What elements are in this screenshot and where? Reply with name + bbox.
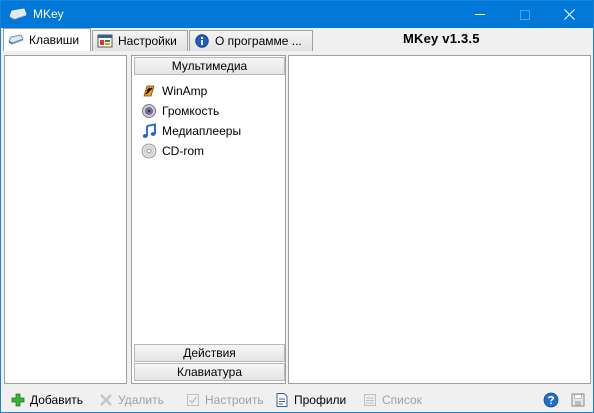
speaker-icon (141, 103, 157, 119)
minimize-button[interactable] (457, 1, 502, 28)
floppy-disk-icon (570, 392, 586, 408)
details-pane[interactable] (288, 55, 591, 384)
tab-label: Клавиши (29, 33, 80, 47)
keyboard-icon (8, 33, 24, 47)
checklist-icon (185, 392, 201, 408)
main-window: MKey Клавиши Настройки О программе ... M… (0, 0, 594, 413)
settings-icon (97, 34, 113, 48)
configure-button-label: Настроить (205, 393, 264, 407)
item-label: CD-rom (162, 144, 204, 158)
title-bar[interactable]: MKey (1, 1, 593, 28)
close-icon (564, 9, 575, 20)
add-button[interactable]: Добавить (10, 391, 83, 409)
maximize-button[interactable] (502, 1, 547, 28)
profiles-button[interactable]: Профили (274, 391, 346, 409)
info-icon (194, 34, 210, 48)
window-title: MKey (33, 7, 64, 21)
list-item-cdrom[interactable]: CD-rom (141, 142, 204, 160)
tab-keys[interactable]: Клавиши (3, 28, 91, 51)
list-button[interactable]: Список (362, 391, 422, 409)
keys-list-pane[interactable] (4, 55, 127, 384)
list-button-label: Список (382, 393, 422, 407)
list-item-winamp[interactable]: WinAmp (141, 82, 207, 100)
profiles-button-label: Профили (294, 393, 347, 407)
list-icon (362, 392, 378, 408)
winamp-icon (141, 83, 157, 99)
group-keyboard-header[interactable]: Клавиатура (134, 363, 285, 381)
help-icon (543, 392, 559, 408)
save-button[interactable] (570, 391, 590, 409)
tab-about[interactable]: О программе ... (189, 30, 313, 51)
tab-settings[interactable]: Настройки (92, 30, 188, 51)
version-label: MKey v1.3.5 (403, 31, 480, 46)
list-item-media-players[interactable]: Медиаплееры (141, 122, 241, 140)
delete-icon (98, 392, 114, 408)
group-multimedia-header[interactable]: Мультимедиа (134, 57, 285, 75)
tab-label: Настройки (118, 34, 177, 48)
keyboard-icon (9, 7, 27, 21)
delete-button[interactable]: Удалить (98, 391, 164, 409)
tab-label: О программе ... (215, 34, 302, 48)
item-label: Медиаплееры (162, 124, 242, 138)
category-pane: Мультимедиа WinAmp Громкость Медиаплееры… (131, 55, 286, 384)
delete-button-label: Удалить (118, 393, 164, 407)
add-button-label: Добавить (30, 393, 84, 407)
group-actions-header[interactable]: Действия (134, 344, 285, 362)
configure-button[interactable]: Настроить (185, 391, 264, 409)
close-button[interactable] (547, 1, 592, 28)
music-note-icon (141, 123, 157, 139)
help-button[interactable] (543, 391, 563, 409)
plus-icon (10, 392, 26, 408)
item-label: WinAmp (162, 84, 208, 98)
list-item-volume[interactable]: Громкость (141, 102, 219, 120)
item-label: Громкость (162, 104, 220, 118)
bottom-toolbar: Добавить Удалить Настроить Профили Списо… (1, 388, 593, 412)
document-icon (274, 392, 290, 408)
cd-icon (141, 143, 157, 159)
tab-bar: Клавиши Настройки О программе ... MKey v… (1, 28, 593, 51)
